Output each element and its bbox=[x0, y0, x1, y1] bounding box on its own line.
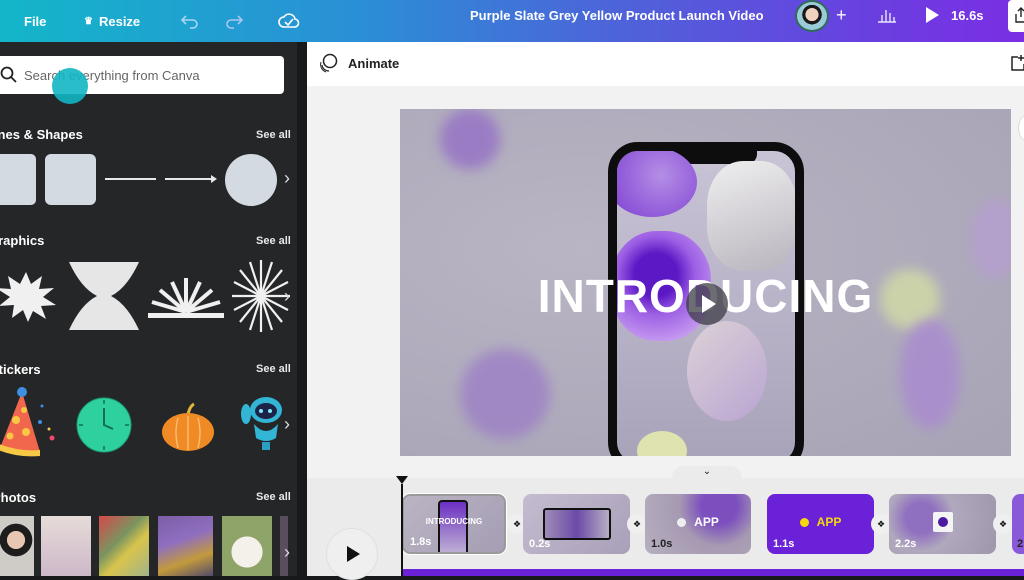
editor-toolbar bbox=[307, 42, 1024, 86]
blurred-shape bbox=[970, 199, 1011, 279]
timeline-clip[interactable]: 2 bbox=[1012, 494, 1024, 554]
clip-label: APP bbox=[767, 515, 874, 529]
share-icon bbox=[1015, 7, 1024, 23]
clip-thumbnail-phone bbox=[438, 500, 468, 552]
document-title[interactable]: Purple Slate Grey Yellow Product Launch … bbox=[470, 0, 764, 30]
transition-icon[interactable]: ❖ bbox=[871, 514, 891, 534]
timeline-clip[interactable]: APP 1.0s bbox=[645, 494, 751, 554]
timeline-clip[interactable]: INTRODUCING 1.8s bbox=[401, 493, 507, 555]
add-collaborator-button[interactable]: + bbox=[836, 0, 847, 30]
chevron-right-icon[interactable]: › bbox=[284, 286, 290, 307]
transition-icon[interactable]: ❖ bbox=[627, 514, 647, 534]
clip-duration: 2.2s bbox=[895, 538, 917, 550]
playhead-marker[interactable] bbox=[396, 476, 408, 484]
save-status-button[interactable] bbox=[278, 0, 300, 42]
hourglass-graphic[interactable] bbox=[65, 260, 143, 332]
section-title-photos: Photos bbox=[0, 490, 37, 505]
cursor-indicator bbox=[52, 68, 88, 104]
blurred-ring bbox=[440, 109, 500, 169]
clip-duration: 1.0s bbox=[651, 538, 673, 550]
transition-icon[interactable]: ❖ bbox=[993, 514, 1013, 534]
dot-icon bbox=[677, 518, 687, 528]
search-box[interactable] bbox=[0, 56, 284, 94]
robot-sticker[interactable] bbox=[236, 392, 288, 454]
animate-icon bbox=[320, 53, 338, 73]
see-all-stickers[interactable]: See all bbox=[256, 363, 291, 375]
see-all-graphics[interactable]: See all bbox=[256, 235, 291, 247]
clip-duration: 2 bbox=[1017, 538, 1024, 550]
photo-thumbnail-purple-flowers[interactable] bbox=[158, 516, 213, 576]
clip-duration: 0.2s bbox=[529, 538, 551, 550]
photo-thumbnail-white-flowers[interactable] bbox=[222, 516, 272, 576]
bar-chart-icon bbox=[878, 10, 896, 23]
panel-divider bbox=[297, 42, 307, 576]
section-title-lines-shapes: Lines & Shapes bbox=[0, 127, 83, 142]
play-icon bbox=[926, 7, 939, 23]
resize-button[interactable]: ♛ Resize bbox=[84, 0, 140, 42]
clip-label-text: APP bbox=[816, 515, 842, 529]
yellow-shape bbox=[637, 431, 687, 456]
pumpkin-sticker[interactable] bbox=[160, 402, 216, 452]
chevron-right-icon[interactable]: › bbox=[284, 542, 290, 563]
file-label: File bbox=[24, 13, 47, 29]
animate-label: Animate bbox=[348, 56, 400, 71]
timeline-clip[interactable]: 0.2s bbox=[523, 494, 630, 554]
section-title-stickers: Stickers bbox=[0, 362, 41, 377]
timeline-play-button[interactable] bbox=[326, 528, 378, 580]
square-shape[interactable] bbox=[0, 154, 36, 205]
clip-label: INTRODUCING bbox=[425, 517, 483, 526]
purple-torus bbox=[617, 151, 697, 217]
circle-shape[interactable] bbox=[225, 154, 277, 206]
timeline-collapse-button[interactable]: ⌄ bbox=[672, 466, 742, 480]
search-icon bbox=[0, 66, 17, 83]
timeline-clip[interactable]: 2.2s bbox=[889, 494, 996, 554]
starburst-graphic[interactable] bbox=[0, 270, 58, 322]
play-button[interactable]: 16.6s bbox=[926, 0, 984, 30]
insights-button[interactable] bbox=[877, 0, 897, 30]
undo-button[interactable] bbox=[180, 0, 200, 42]
see-all-lines-shapes[interactable]: See all bbox=[256, 129, 291, 141]
sun-rays-graphic[interactable] bbox=[148, 276, 224, 320]
chevron-right-icon[interactable]: › bbox=[284, 414, 290, 435]
cloud-check-icon bbox=[278, 13, 300, 28]
add-page-icon[interactable] bbox=[1010, 54, 1024, 72]
file-menu-button[interactable]: File bbox=[24, 0, 46, 42]
see-all-photos[interactable]: See all bbox=[256, 491, 291, 503]
clip-duration: 1.1s bbox=[773, 538, 795, 550]
white-torus bbox=[707, 161, 795, 271]
playhead[interactable] bbox=[401, 484, 403, 576]
sparkle-burst-graphic[interactable] bbox=[232, 258, 290, 334]
arrow-line-shape[interactable] bbox=[165, 172, 217, 186]
blurred-shape bbox=[900, 319, 960, 429]
photo-thumbnail-woman[interactable] bbox=[0, 516, 34, 576]
line-shape[interactable] bbox=[105, 178, 156, 180]
clip-label: APP bbox=[645, 515, 751, 529]
undo-icon bbox=[180, 15, 198, 29]
clip-duration: 1.8s bbox=[410, 536, 432, 548]
redo-icon bbox=[226, 15, 244, 29]
timeline-clip[interactable]: APP 1.1s bbox=[767, 494, 874, 554]
section-title-graphics: Graphics bbox=[0, 233, 45, 248]
clip-thumbnail-square bbox=[933, 512, 953, 532]
resize-label: Resize bbox=[98, 13, 141, 29]
share-button[interactable] bbox=[1008, 0, 1024, 32]
clip-label-text: APP bbox=[694, 515, 719, 529]
clock-sticker[interactable] bbox=[75, 396, 133, 454]
audio-track[interactable] bbox=[401, 569, 1024, 576]
blurred-ring bbox=[460, 349, 550, 439]
redo-button[interactable] bbox=[224, 0, 244, 42]
photo-thumbnail-bouquet[interactable] bbox=[41, 516, 91, 576]
photo-thumbnail-flowers[interactable] bbox=[99, 516, 149, 576]
chevron-right-icon[interactable]: › bbox=[284, 168, 290, 189]
crown-icon: ♛ bbox=[84, 15, 93, 27]
dot-icon bbox=[799, 518, 809, 528]
clip-thumbnail-phone bbox=[543, 508, 611, 540]
party-hat-sticker[interactable] bbox=[0, 386, 60, 458]
disc-shape bbox=[687, 321, 767, 421]
rounded-square-shape[interactable] bbox=[45, 154, 96, 205]
play-duration: 16.6s bbox=[951, 7, 984, 23]
video-play-overlay[interactable] bbox=[686, 283, 728, 325]
user-avatar[interactable] bbox=[795, 0, 829, 32]
chevron-down-icon: ⌄ bbox=[702, 466, 712, 477]
